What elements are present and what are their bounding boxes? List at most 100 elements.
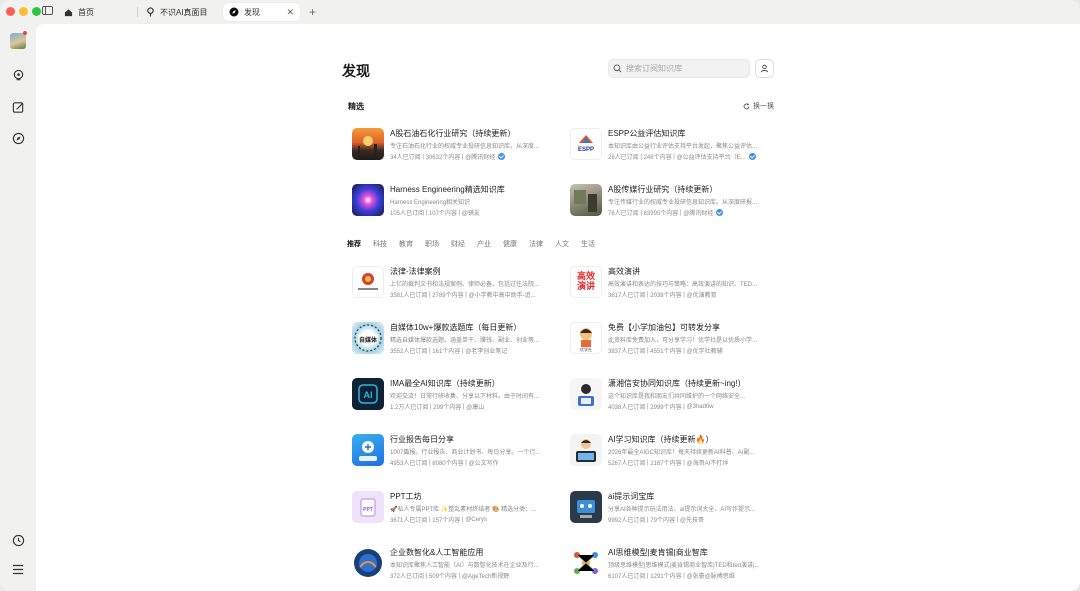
kb-description: 高效演讲和表达的技巧与策略：高效演讲的知识、TED... xyxy=(608,282,758,288)
minimize-window-button[interactable] xyxy=(19,7,28,16)
kb-cover-image xyxy=(352,184,384,216)
kb-meta: 9992人已订阅 | 79个内容 | @先技哥 xyxy=(608,516,704,525)
sidebar-toggle-icon[interactable] xyxy=(42,6,53,15)
zoom-window-button[interactable] xyxy=(32,7,41,16)
kb-author: @海哥AI不打烊 xyxy=(686,461,729,467)
kb-card[interactable]: 行业报告每日分享 1007篇报。行业报告、商业计划书、每日分享。一个行... 4… xyxy=(352,434,552,468)
new-tab-button[interactable]: + xyxy=(309,5,316,19)
kb-cover-image xyxy=(570,547,602,579)
featured-card[interactable]: Harness Engineering精选知识库 Harness Enginee… xyxy=(352,184,552,218)
category-tab-industry[interactable]: 产业 xyxy=(477,239,491,249)
kb-content-count: 4551个内容 xyxy=(650,349,682,355)
kb-subscribers: 3552人已订阅 xyxy=(390,349,428,355)
kb-content-count: 30632个内容 xyxy=(425,155,461,161)
kb-cover-image xyxy=(570,434,602,466)
kb-title: ai提示词宝库 xyxy=(608,492,655,501)
kb-meta: 26人已订阅 | 248个内容 | @公益评估支持平台（E... xyxy=(608,152,756,161)
kb-card[interactable]: 优学社 免费【小学加油包】可转发分享 此资料库免费加入，可分享学习！优学社是以优… xyxy=(570,322,770,356)
verified-badge-icon xyxy=(716,209,724,216)
tab-label: 首页 xyxy=(78,7,94,17)
category-tab-education[interactable]: 教育 xyxy=(399,239,413,249)
kb-cover-image xyxy=(570,491,602,523)
kb-subscribers: 1.2万人已订阅 xyxy=(390,405,429,411)
history-clock-icon[interactable] xyxy=(11,533,25,547)
kb-title: 法律-法律案例 xyxy=(390,267,441,276)
kb-title: 企业数智化&人工智能应用 xyxy=(390,548,484,557)
close-window-button[interactable] xyxy=(6,7,15,16)
kb-meta: 3671人已订阅 | 157个内容 | @Cerys xyxy=(390,516,487,525)
kb-subscribers: 3581人已订阅 xyxy=(390,293,428,299)
refresh-button[interactable]: 换一换 xyxy=(743,101,774,111)
kb-meta: 3617人已订阅 | 2038个内容 | @优演教育 xyxy=(608,291,717,300)
kb-title: AI学习知识库（持续更新🔥） xyxy=(608,435,714,444)
svg-text:高效: 高效 xyxy=(577,270,596,282)
kb-meta: 4953人已订阅 | 8080个内容 | @公文写作 xyxy=(390,459,499,468)
kb-cover-image xyxy=(352,434,384,466)
discover-compass-icon[interactable] xyxy=(11,131,25,145)
kb-description: 本知识库聚焦人工智能（AI）与数智化技术在企业及行... xyxy=(390,563,539,569)
kb-author: @康山 xyxy=(466,405,485,411)
kb-title: Harness Engineering精选知识库 xyxy=(390,185,505,194)
edit-note-icon[interactable] xyxy=(11,100,25,114)
featured-card[interactable]: A股石油石化行业研究（持续更新） 专注石油石化行业的权威专业投研信息知识库。从深… xyxy=(352,128,552,162)
kb-description: 本知识库由公益行业评估支持平台发起，聚焦公益评估... xyxy=(608,144,758,150)
kb-card[interactable]: AI思维模型|麦肯锡|商业智库 顶级思维模型|思维模式|麦肯锡商业智库|TED和… xyxy=(570,547,770,581)
kb-description: 分享AI各种提示玩法用法、ai提示词大全、AI写作提示... xyxy=(608,507,756,513)
user-profile-button[interactable] xyxy=(755,59,774,78)
kb-subscribers: 372人已订阅 xyxy=(390,574,425,580)
kb-card[interactable]: PPT PPT工坊 🚀私人专属PPT库 ✨整乱素材终结者 🎨 精选分类：... … xyxy=(352,491,552,525)
kb-card[interactable]: 企业数智化&人工智能应用 本知识库聚焦人工智能（AI）与数智化技术在企业及行..… xyxy=(352,547,552,581)
kb-card[interactable]: 高效 演讲 高效演讲 高效演讲和表达的技巧与策略：高效演讲的知识、TED... 3… xyxy=(570,266,770,300)
kb-cover-image xyxy=(352,547,384,579)
kb-meta: 3837人已订阅 | 4551个内容 | @优学社教辅 xyxy=(608,347,723,356)
kb-title: A股石油石化行业研究（持续更新） xyxy=(390,129,516,138)
search-input[interactable] xyxy=(622,64,744,73)
svg-text:AI: AI xyxy=(364,390,373,400)
menu-icon[interactable] xyxy=(11,562,25,576)
kb-title: IMA最全AI知识库（持续更新） xyxy=(390,379,500,388)
close-tab-icon[interactable]: ✕ xyxy=(286,7,294,18)
tab-divider xyxy=(137,7,138,17)
category-tab-law[interactable]: 法律 xyxy=(529,239,543,249)
kb-description: 顶级思维模型|思维模式|麦肯锡商业智库|TED和ted演讲|... xyxy=(608,563,760,569)
featured-card[interactable]: ESPP ESPP公益评估知识库 本知识库由公益行业评估支持平台发起，聚焦公益评… xyxy=(570,128,770,162)
tab-pinned-kb[interactable]: 不识AI真面目 xyxy=(145,3,208,21)
kb-meta: 6107人已订阅 | 1291个内容 | @张豪@脉搏思维 xyxy=(608,572,735,581)
category-tab-career[interactable]: 职场 xyxy=(425,239,439,249)
kb-content-count: 2999个内容 xyxy=(650,405,682,411)
kb-subscribers: 26人已订阅 xyxy=(608,155,639,161)
kb-card[interactable]: 法律-法律案例 上亿的裁判文书和法规案例。律师必备。包括过往法院... 3581… xyxy=(352,266,552,300)
kb-description: 这个知识库是我和朋友们共同维护的一个网络安全... xyxy=(608,394,746,400)
tab-discover[interactable]: 发现 ✕ xyxy=(223,3,300,21)
kb-cover-image xyxy=(570,378,602,410)
kb-description: 欢迎交流！日常行研收集、分享以下材料。由于时间有... xyxy=(390,394,540,400)
kb-subscribers: 105人已订阅 xyxy=(390,211,425,217)
kb-subscribers: 3617人已订阅 xyxy=(608,293,646,299)
tab-home[interactable]: 首页 xyxy=(63,3,94,21)
tab-label: 发现 xyxy=(244,7,260,17)
category-tab-humanities[interactable]: 人文 xyxy=(555,239,569,249)
kb-card[interactable]: 潇湘信安协同知识库（持续更新~ing!） 这个知识库是我和朋友们共同维护的一个网… xyxy=(570,378,770,412)
search-box[interactable] xyxy=(608,59,750,78)
category-tabs: 推荐 科技 教育 职场 财经 产业 健康 法律 人文 生活 xyxy=(347,239,607,249)
kb-card[interactable]: AI学习知识库（持续更新🔥） 2026年最全AIGC知识库！每天持续更新AI科普… xyxy=(570,434,770,468)
kb-author: @公文写作 xyxy=(468,461,499,467)
category-tab-tech[interactable]: 科技 xyxy=(373,239,387,249)
kb-title: 行业报告每日分享 xyxy=(390,435,454,444)
kb-author: @优学社教辅 xyxy=(686,349,723,355)
category-tab-health[interactable]: 健康 xyxy=(503,239,517,249)
kb-cover-image: ESPP xyxy=(570,128,602,160)
category-tab-finance[interactable]: 财经 xyxy=(451,239,465,249)
kb-card[interactable]: 自媒体 自媒体10w+爆款选题库（每日更新） 精选自媒体爆款选题。涵盖单干、赚钱… xyxy=(352,322,552,356)
kb-author: @腾讯财经 xyxy=(465,155,496,161)
location-pin-icon[interactable] xyxy=(11,68,25,82)
kb-title: PPT工坊 xyxy=(390,492,422,501)
kb-meta: 5267人已订阅 | 2167个内容 | @海哥AI不打烊 xyxy=(608,459,729,468)
category-tab-recommended[interactable]: 推荐 xyxy=(347,239,361,249)
category-tab-life[interactable]: 生活 xyxy=(581,239,595,249)
kb-card[interactable]: ai提示词宝库 分享AI各种提示玩法用法、ai提示词大全、AI写作提示... 9… xyxy=(570,491,770,525)
featured-card[interactable]: A股传媒行业研究（持续更新） 专注传媒行业的权威专业投研信息知识库。从深度研报.… xyxy=(570,184,770,218)
kb-meta: 34人已订阅 | 30632个内容 | @腾讯财经 xyxy=(390,152,506,161)
kb-card[interactable]: AI IMA最全AI知识库（持续更新） 欢迎交流！日常行研收集、分享以下材料。由… xyxy=(352,378,552,412)
kb-author: @Cerys xyxy=(465,516,487,523)
